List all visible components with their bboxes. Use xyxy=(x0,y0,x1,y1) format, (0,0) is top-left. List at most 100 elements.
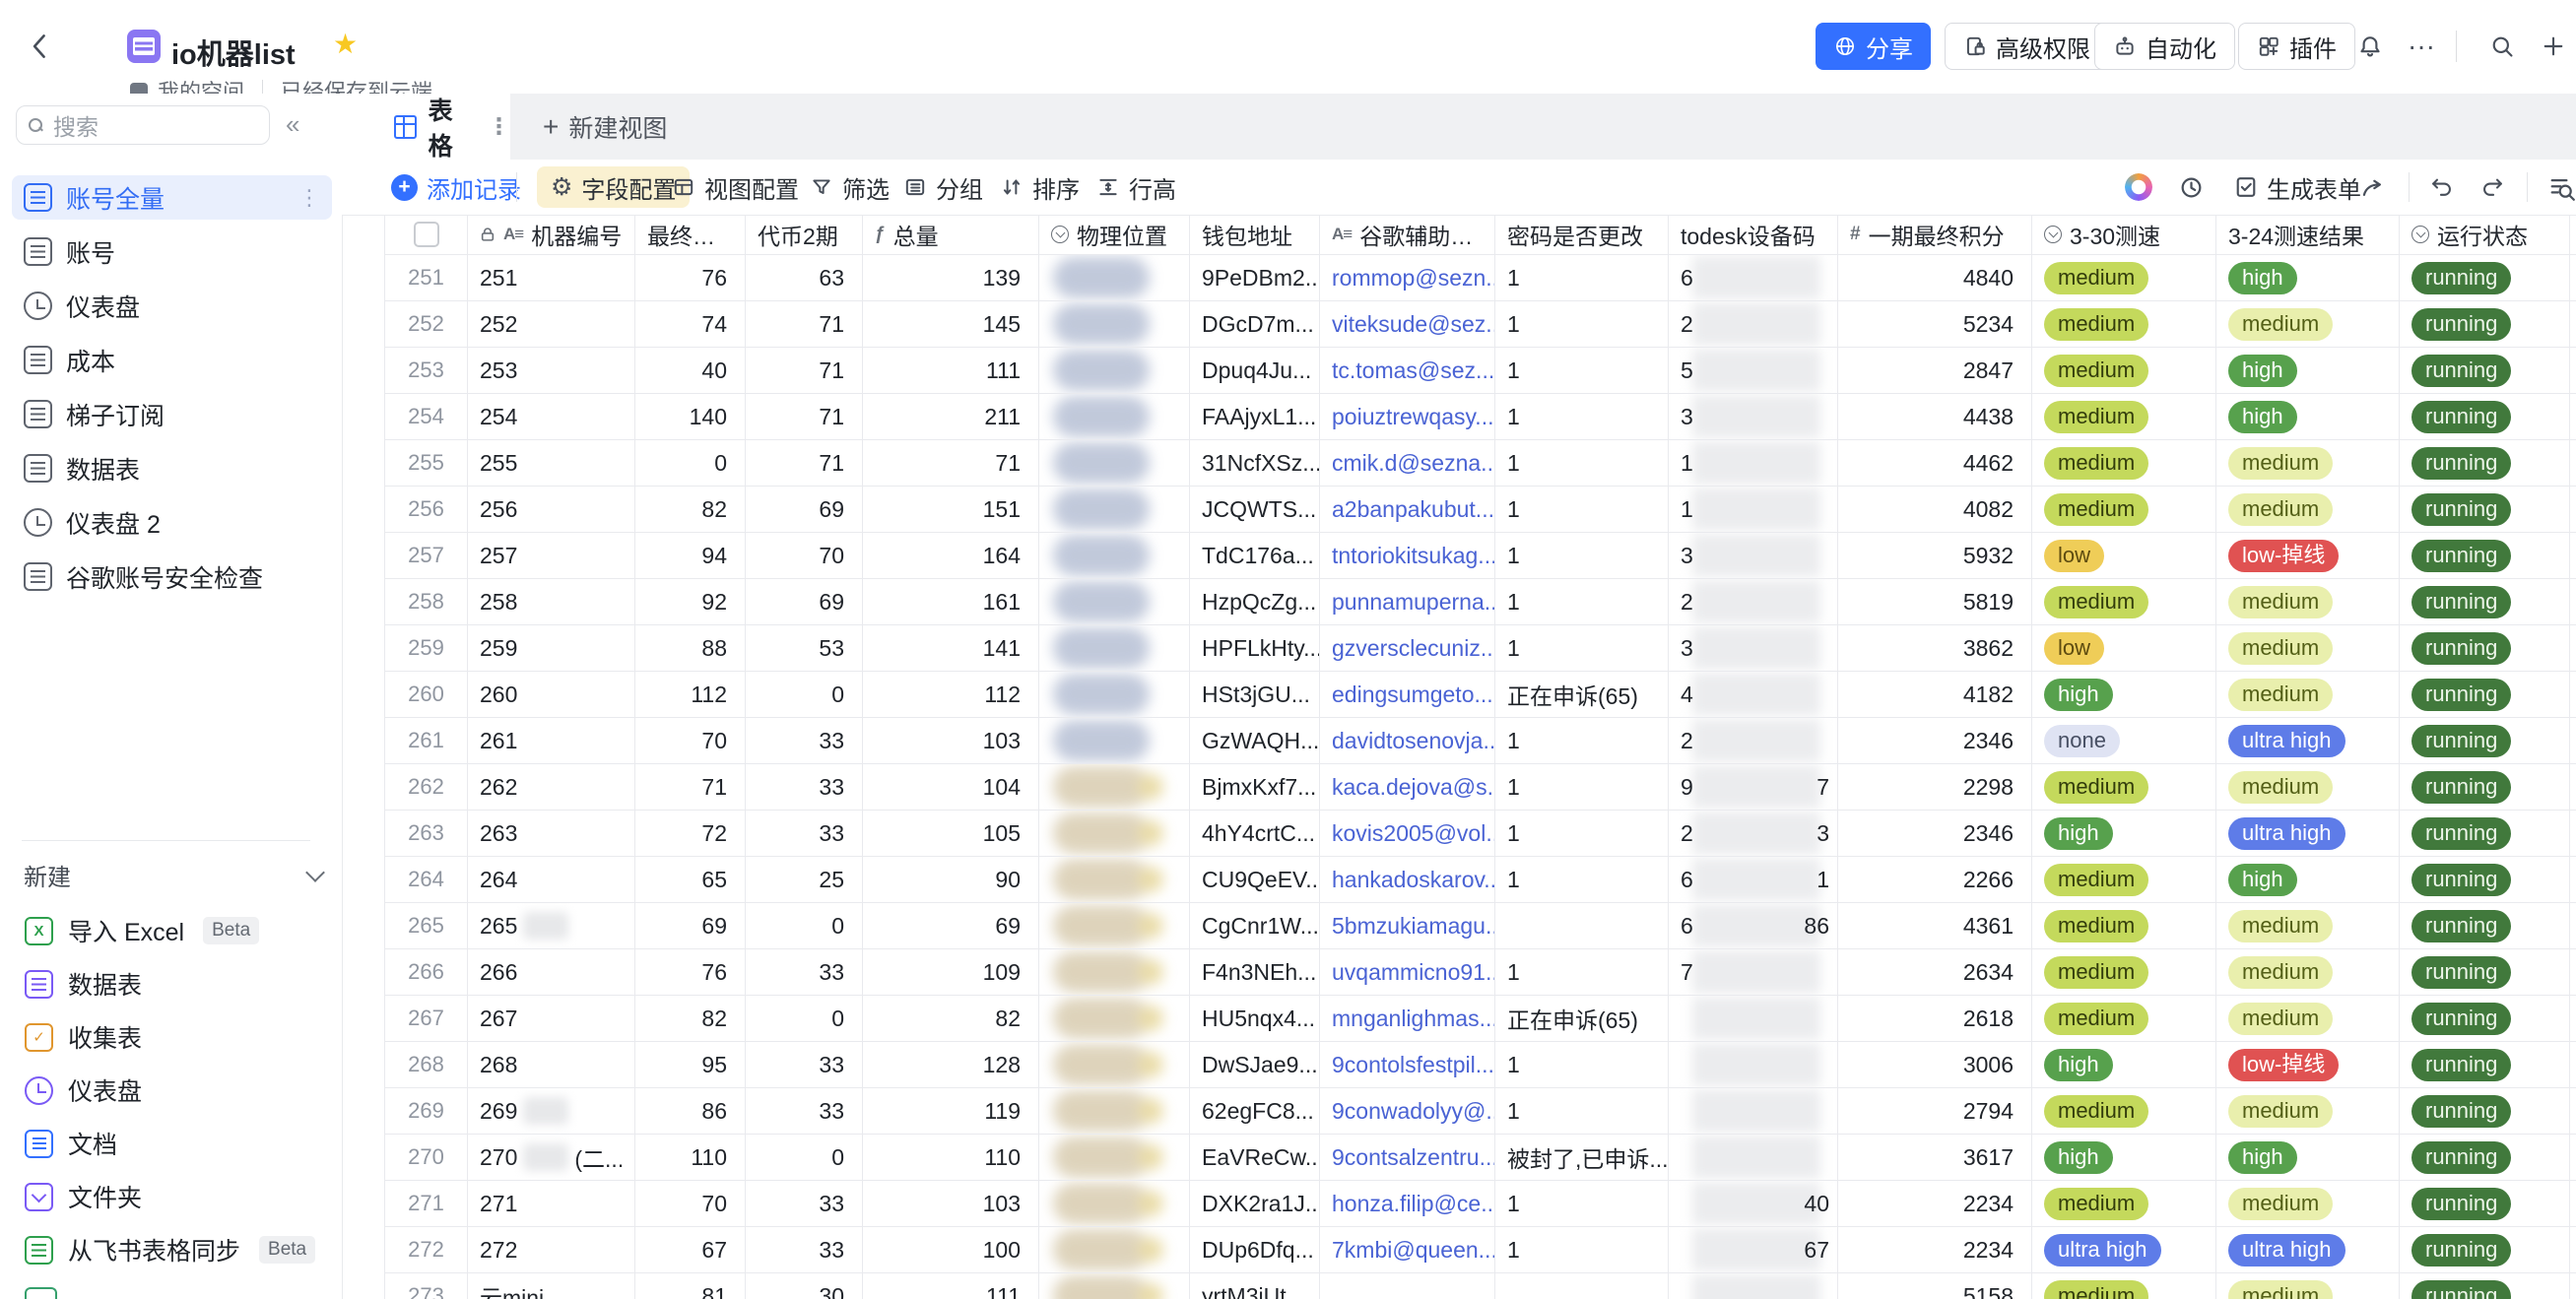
cell-s[interactable]: 2266 xyxy=(1838,857,2032,902)
tab-grid-view[interactable]: 表格 ⋮ xyxy=(382,94,510,160)
cell-y[interactable]: medium xyxy=(2216,1273,2400,1299)
cell-n[interactable]: 265 xyxy=(384,903,468,948)
cell-id[interactable]: 251 xyxy=(468,255,635,300)
cell-b[interactable]: 71 xyxy=(746,440,863,486)
cell-z[interactable]: running xyxy=(2400,348,2570,393)
toolbar-view-button[interactable]: 视图配置 xyxy=(672,160,799,215)
cell-x[interactable]: medium xyxy=(2032,996,2216,1041)
cell-s[interactable]: 2234 xyxy=(1838,1181,2032,1226)
cell-td[interactable]: 40 xyxy=(1669,1181,1838,1226)
cell-b[interactable]: 25 xyxy=(746,857,863,902)
cell-loc[interactable] xyxy=(1039,857,1190,902)
cell-x[interactable]: high xyxy=(2032,811,2216,856)
cell-t[interactable]: 100 xyxy=(863,1227,1039,1272)
item-menu-icon[interactable]: ⋮ xyxy=(298,185,320,211)
cell-loc[interactable] xyxy=(1039,903,1190,948)
cell-e[interactable]: viteksude@sez... xyxy=(1320,301,1495,347)
redo-icon[interactable] xyxy=(2479,160,2506,215)
cell-loc[interactable] xyxy=(1039,672,1190,717)
sidebar-item-5[interactable]: 梯子订阅 xyxy=(12,392,332,436)
column-header-y[interactable]: 3-24测速结果 xyxy=(2216,215,2400,254)
column-header-td[interactable]: todesk设备码 xyxy=(1669,215,1838,254)
select-all-checkbox[interactable] xyxy=(414,222,439,247)
cell-y[interactable]: medium xyxy=(2216,1088,2400,1134)
cell-s[interactable]: 2346 xyxy=(1838,811,2032,856)
cell-loc[interactable] xyxy=(1039,625,1190,671)
cell-id[interactable]: 264 xyxy=(468,857,635,902)
cell-e[interactable]: edingsumgeto... xyxy=(1320,672,1495,717)
tab-more-icon[interactable]: ⋮ xyxy=(488,113,510,140)
cell-id[interactable]: 270(二... xyxy=(468,1135,635,1180)
cell-a[interactable]: 72 xyxy=(635,811,746,856)
cell-id[interactable]: 258 xyxy=(468,579,635,624)
cell-s[interactable]: 3006 xyxy=(1838,1042,2032,1087)
cell-t[interactable]: 128 xyxy=(863,1042,1039,1087)
cell-p[interactable]: 1 xyxy=(1495,764,1669,810)
cell-id[interactable]: 云mini xyxy=(468,1273,635,1299)
cell-b[interactable]: 33 xyxy=(746,718,863,763)
cell-s[interactable]: 4082 xyxy=(1838,487,2032,532)
sidebar-item-4[interactable]: 成本 xyxy=(12,338,332,382)
cell-e[interactable]: uvqammicno91... xyxy=(1320,949,1495,995)
cell-z[interactable]: running xyxy=(2400,949,2570,995)
cell-n[interactable]: 267 xyxy=(384,996,468,1041)
cell-loc[interactable] xyxy=(1039,579,1190,624)
cell-t[interactable]: 103 xyxy=(863,1181,1039,1226)
automation-button[interactable]: 自动化 xyxy=(2094,23,2235,70)
toolbar-rowh-button[interactable]: 行高 xyxy=(1096,160,1176,215)
new-item-1[interactable]: X导入 ExcelBeta xyxy=(12,909,336,952)
cell-a[interactable]: 70 xyxy=(635,1181,746,1226)
cell-p[interactable]: 1 xyxy=(1495,301,1669,347)
toolbar-field-button[interactable]: ⚙字段配置 xyxy=(537,166,690,208)
cell-z[interactable]: running xyxy=(2400,903,2570,948)
cell-n[interactable]: 251 xyxy=(384,255,468,300)
cell-z[interactable]: running xyxy=(2400,996,2570,1041)
cell-x[interactable]: ultra high xyxy=(2032,1227,2216,1272)
cell-e[interactable]: punnamuperna... xyxy=(1320,579,1495,624)
cell-s[interactable]: 2346 xyxy=(1838,718,2032,763)
cell-t[interactable]: 69 xyxy=(863,903,1039,948)
column-header-s[interactable]: #一期最终积分 xyxy=(1838,215,2032,254)
cell-x[interactable]: high xyxy=(2032,1135,2216,1180)
cell-w[interactable]: TdC176a... xyxy=(1190,533,1320,578)
cell-z[interactable]: running xyxy=(2400,811,2570,856)
cell-n[interactable]: 273 xyxy=(384,1273,468,1299)
cell-td[interactable]: 67 xyxy=(1669,1227,1838,1272)
cell-b[interactable]: 33 xyxy=(746,811,863,856)
cell-a[interactable]: 82 xyxy=(635,996,746,1041)
cell-w[interactable]: DUp6Dfq... xyxy=(1190,1227,1320,1272)
cell-id[interactable]: 265 xyxy=(468,903,635,948)
notifications-bell-icon[interactable] xyxy=(2348,23,2392,70)
new-item-7[interactable]: 从飞书表格同步Beta xyxy=(12,1228,336,1271)
cell-w[interactable]: GzWAQH... xyxy=(1190,718,1320,763)
cell-x[interactable]: medium xyxy=(2032,579,2216,624)
cell-s[interactable]: 5932 xyxy=(1838,533,2032,578)
share-view-icon[interactable] xyxy=(2359,160,2386,215)
cell-p[interactable]: 1 xyxy=(1495,811,1669,856)
cell-z[interactable]: running xyxy=(2400,1273,2570,1299)
cell-e[interactable]: kovis2005@vol... xyxy=(1320,811,1495,856)
cell-b[interactable]: 69 xyxy=(746,579,863,624)
cell-w[interactable]: CgCnr1W... xyxy=(1190,903,1320,948)
cell-z[interactable]: running xyxy=(2400,255,2570,300)
cell-a[interactable]: 0 xyxy=(635,440,746,486)
history-icon[interactable] xyxy=(2178,160,2205,215)
cell-z[interactable]: running xyxy=(2400,1181,2570,1226)
cell-t[interactable]: 111 xyxy=(863,1273,1039,1299)
cell-t[interactable]: 151 xyxy=(863,487,1039,532)
cell-b[interactable]: 70 xyxy=(746,533,863,578)
cell-w[interactable]: 31NcfXSz... xyxy=(1190,440,1320,486)
cell-z[interactable]: running xyxy=(2400,1042,2570,1087)
cell-y[interactable]: high xyxy=(2216,857,2400,902)
cell-e[interactable]: davidtosenovja... xyxy=(1320,718,1495,763)
cell-e[interactable]: kaca.dejova@s... xyxy=(1320,764,1495,810)
cell-loc[interactable] xyxy=(1039,764,1190,810)
cell-s[interactable]: 2298 xyxy=(1838,764,2032,810)
cell-e[interactable]: gzversclecuniz... xyxy=(1320,625,1495,671)
cell-a[interactable]: 70 xyxy=(635,718,746,763)
cell-z[interactable]: running xyxy=(2400,1088,2570,1134)
cell-td[interactable] xyxy=(1669,1088,1838,1134)
cell-w[interactable]: HSt3jGU... xyxy=(1190,672,1320,717)
cell-p[interactable]: 被封了,已申诉... xyxy=(1495,1135,1669,1180)
cell-x[interactable]: low xyxy=(2032,533,2216,578)
